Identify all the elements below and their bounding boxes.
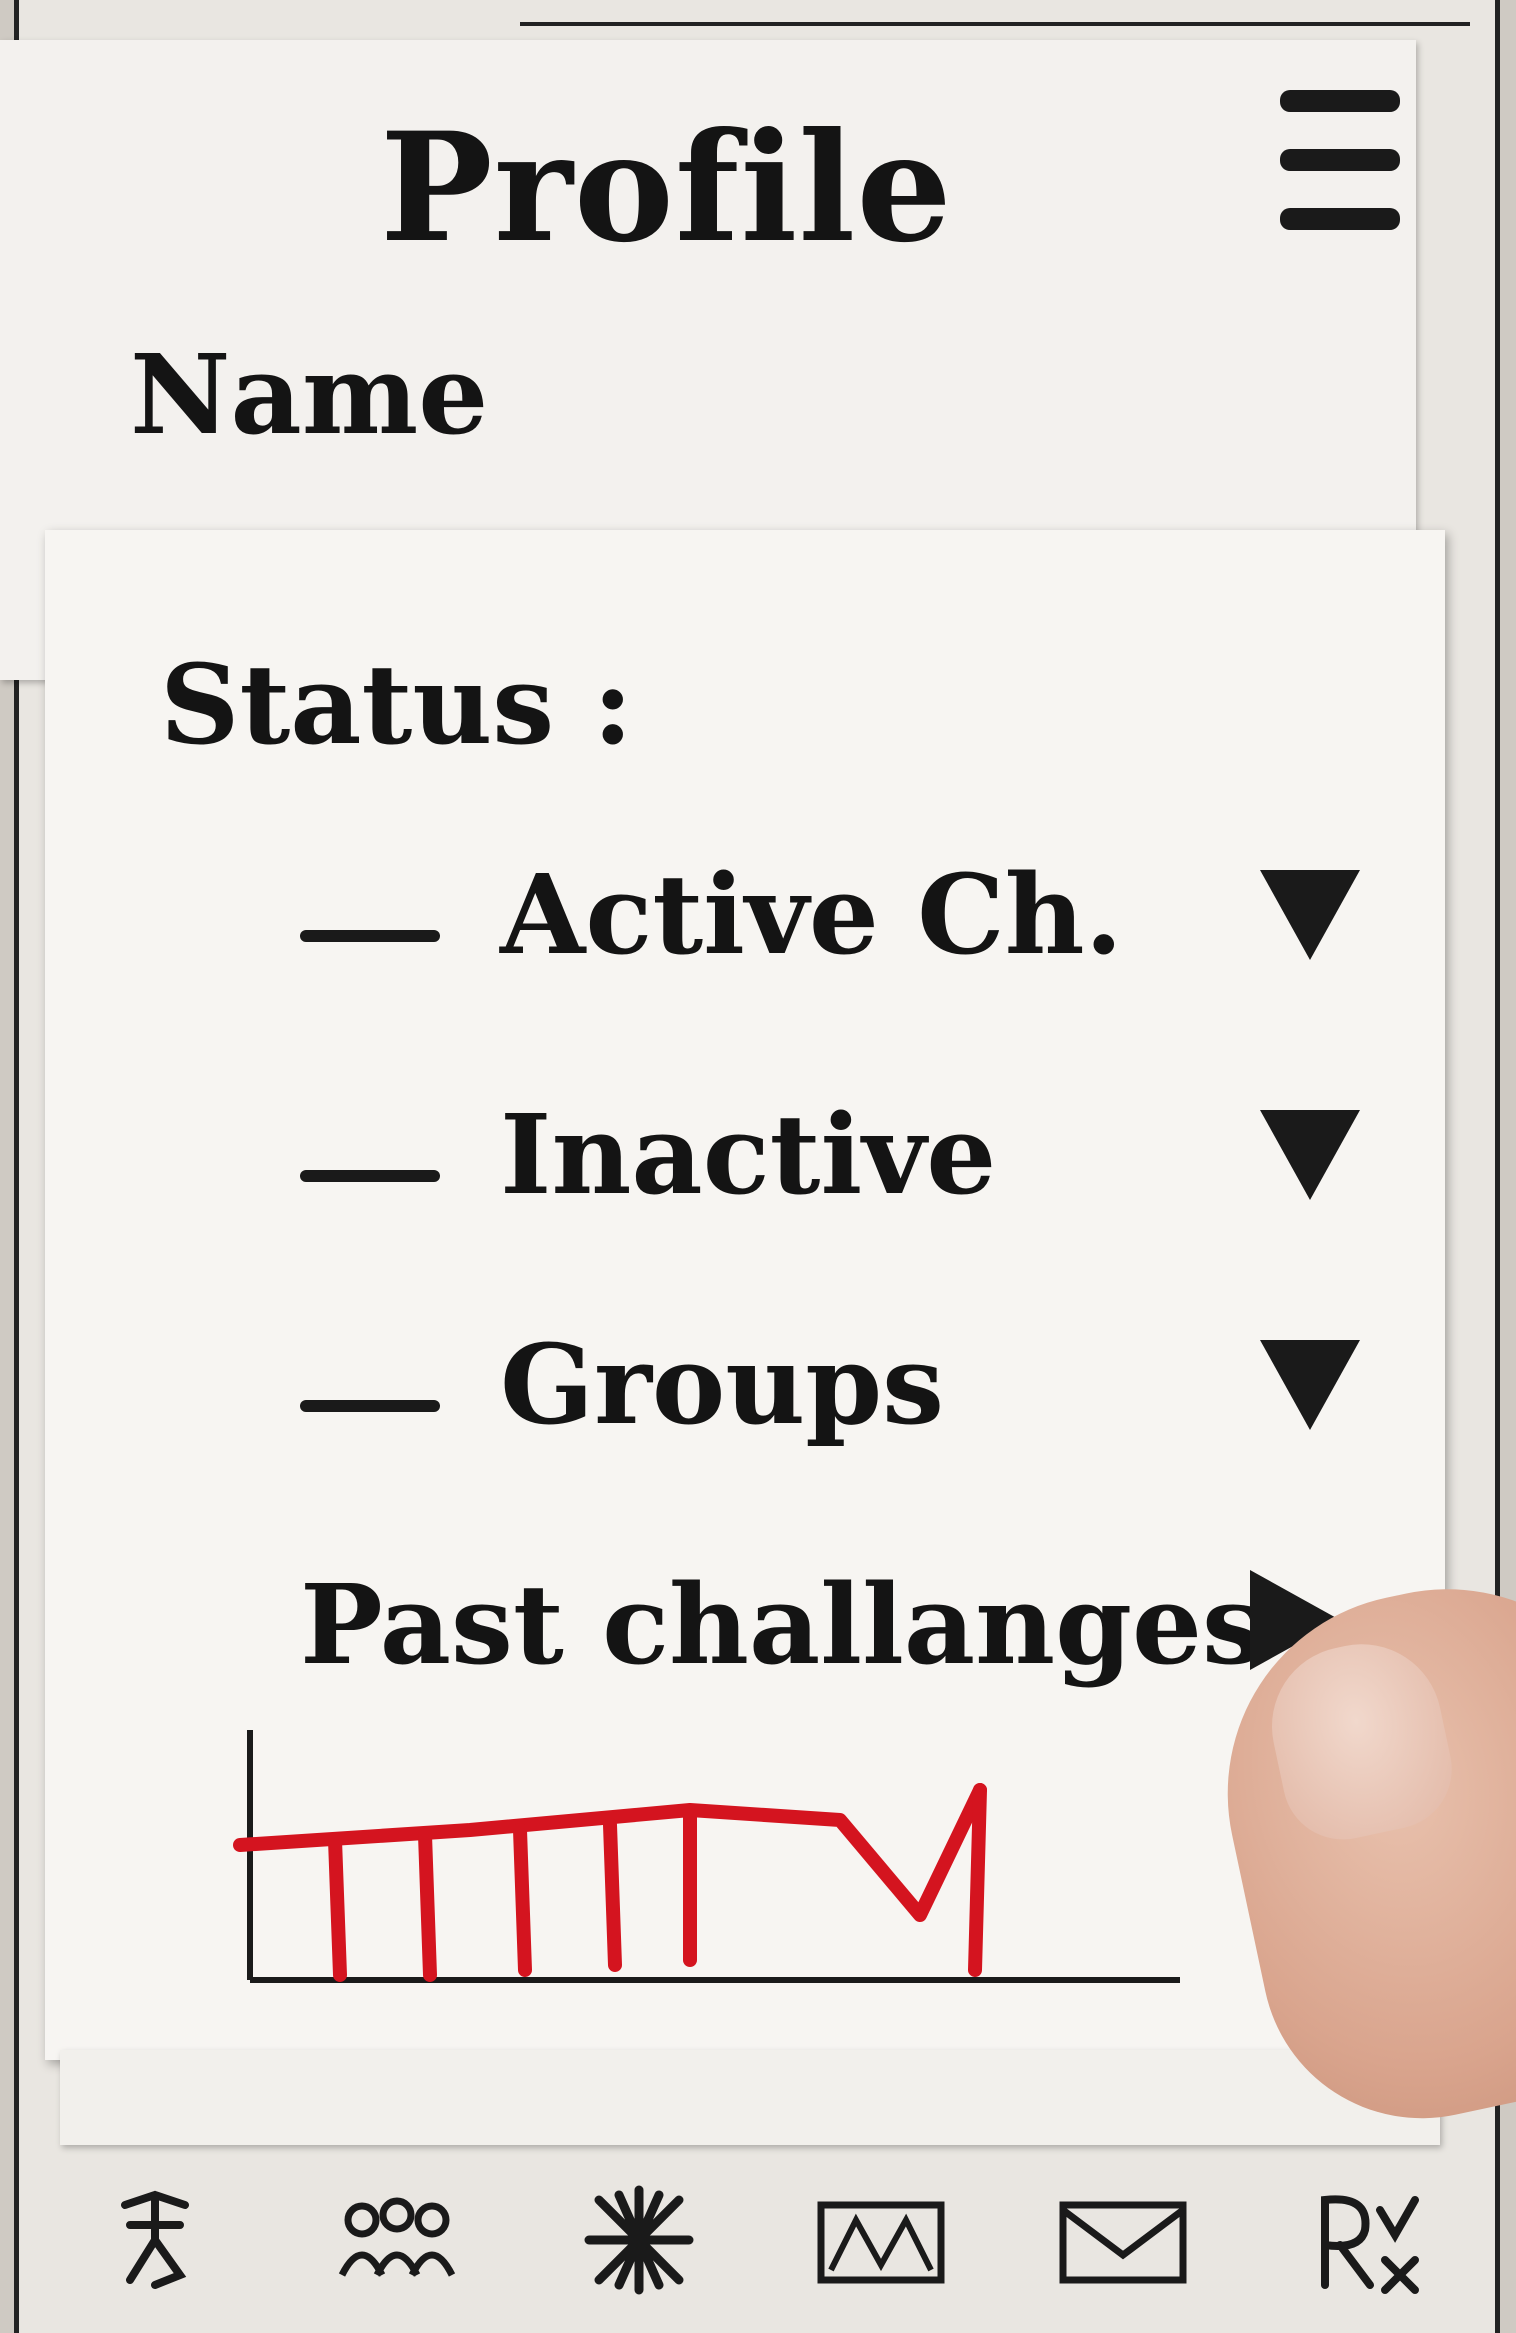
chart-bar [328,1833,347,1982]
nav-group-icon[interactable] [322,2175,472,2305]
underlying-card [60,2050,1440,2145]
status-item-label: Active Ch. [500,850,1123,979]
dash-marker [300,1170,440,1182]
nav-rx-icon[interactable] [1290,2175,1440,2305]
dash-marker [300,1400,440,1412]
group-icon [338,2197,456,2277]
status-item-groups[interactable]: Groups [300,1320,1360,1470]
name-label: Name [130,330,489,459]
person-icon [121,2190,189,2289]
chart-bar [513,1823,532,1977]
menu-bar [1280,90,1400,112]
mail-icon [1059,2201,1187,2284]
nav-map-icon[interactable] [806,2175,956,2305]
chart-bar [603,1818,622,1972]
menu-bar [1280,208,1400,230]
chart-bar [418,1828,437,1982]
nav-person-icon[interactable] [80,2175,230,2305]
history-chart [233,1730,1180,1983]
past-challenges-label: Past challanges [300,1560,1264,1689]
past-challenges-row[interactable]: Past challanges [300,1560,1340,1710]
page-title: Profile [380,100,953,276]
status-item-inactive[interactable]: Inactive [300,1090,1360,1240]
status-strip [520,0,1470,26]
bottom-nav [40,2160,1480,2320]
menu-bar [1280,149,1400,171]
triangle-down-icon[interactable] [1260,1340,1360,1430]
triangle-down-icon[interactable] [1260,870,1360,960]
nav-burst-icon[interactable] [564,2175,714,2305]
nav-mail-icon[interactable] [1048,2175,1198,2305]
map-icon [817,2201,945,2284]
status-item-label: Inactive [500,1090,997,1219]
status-label: Status : [160,640,634,769]
chart-bar [968,1783,987,1977]
triangle-down-icon[interactable] [1260,1110,1360,1200]
burst-icon [584,2185,694,2295]
status-item-active[interactable]: Active Ch. [300,850,1360,1000]
dash-marker [300,930,440,942]
rx-icon [1321,2195,1419,2294]
hamburger-menu-icon[interactable] [1280,90,1400,230]
status-item-label: Groups [500,1320,945,1449]
